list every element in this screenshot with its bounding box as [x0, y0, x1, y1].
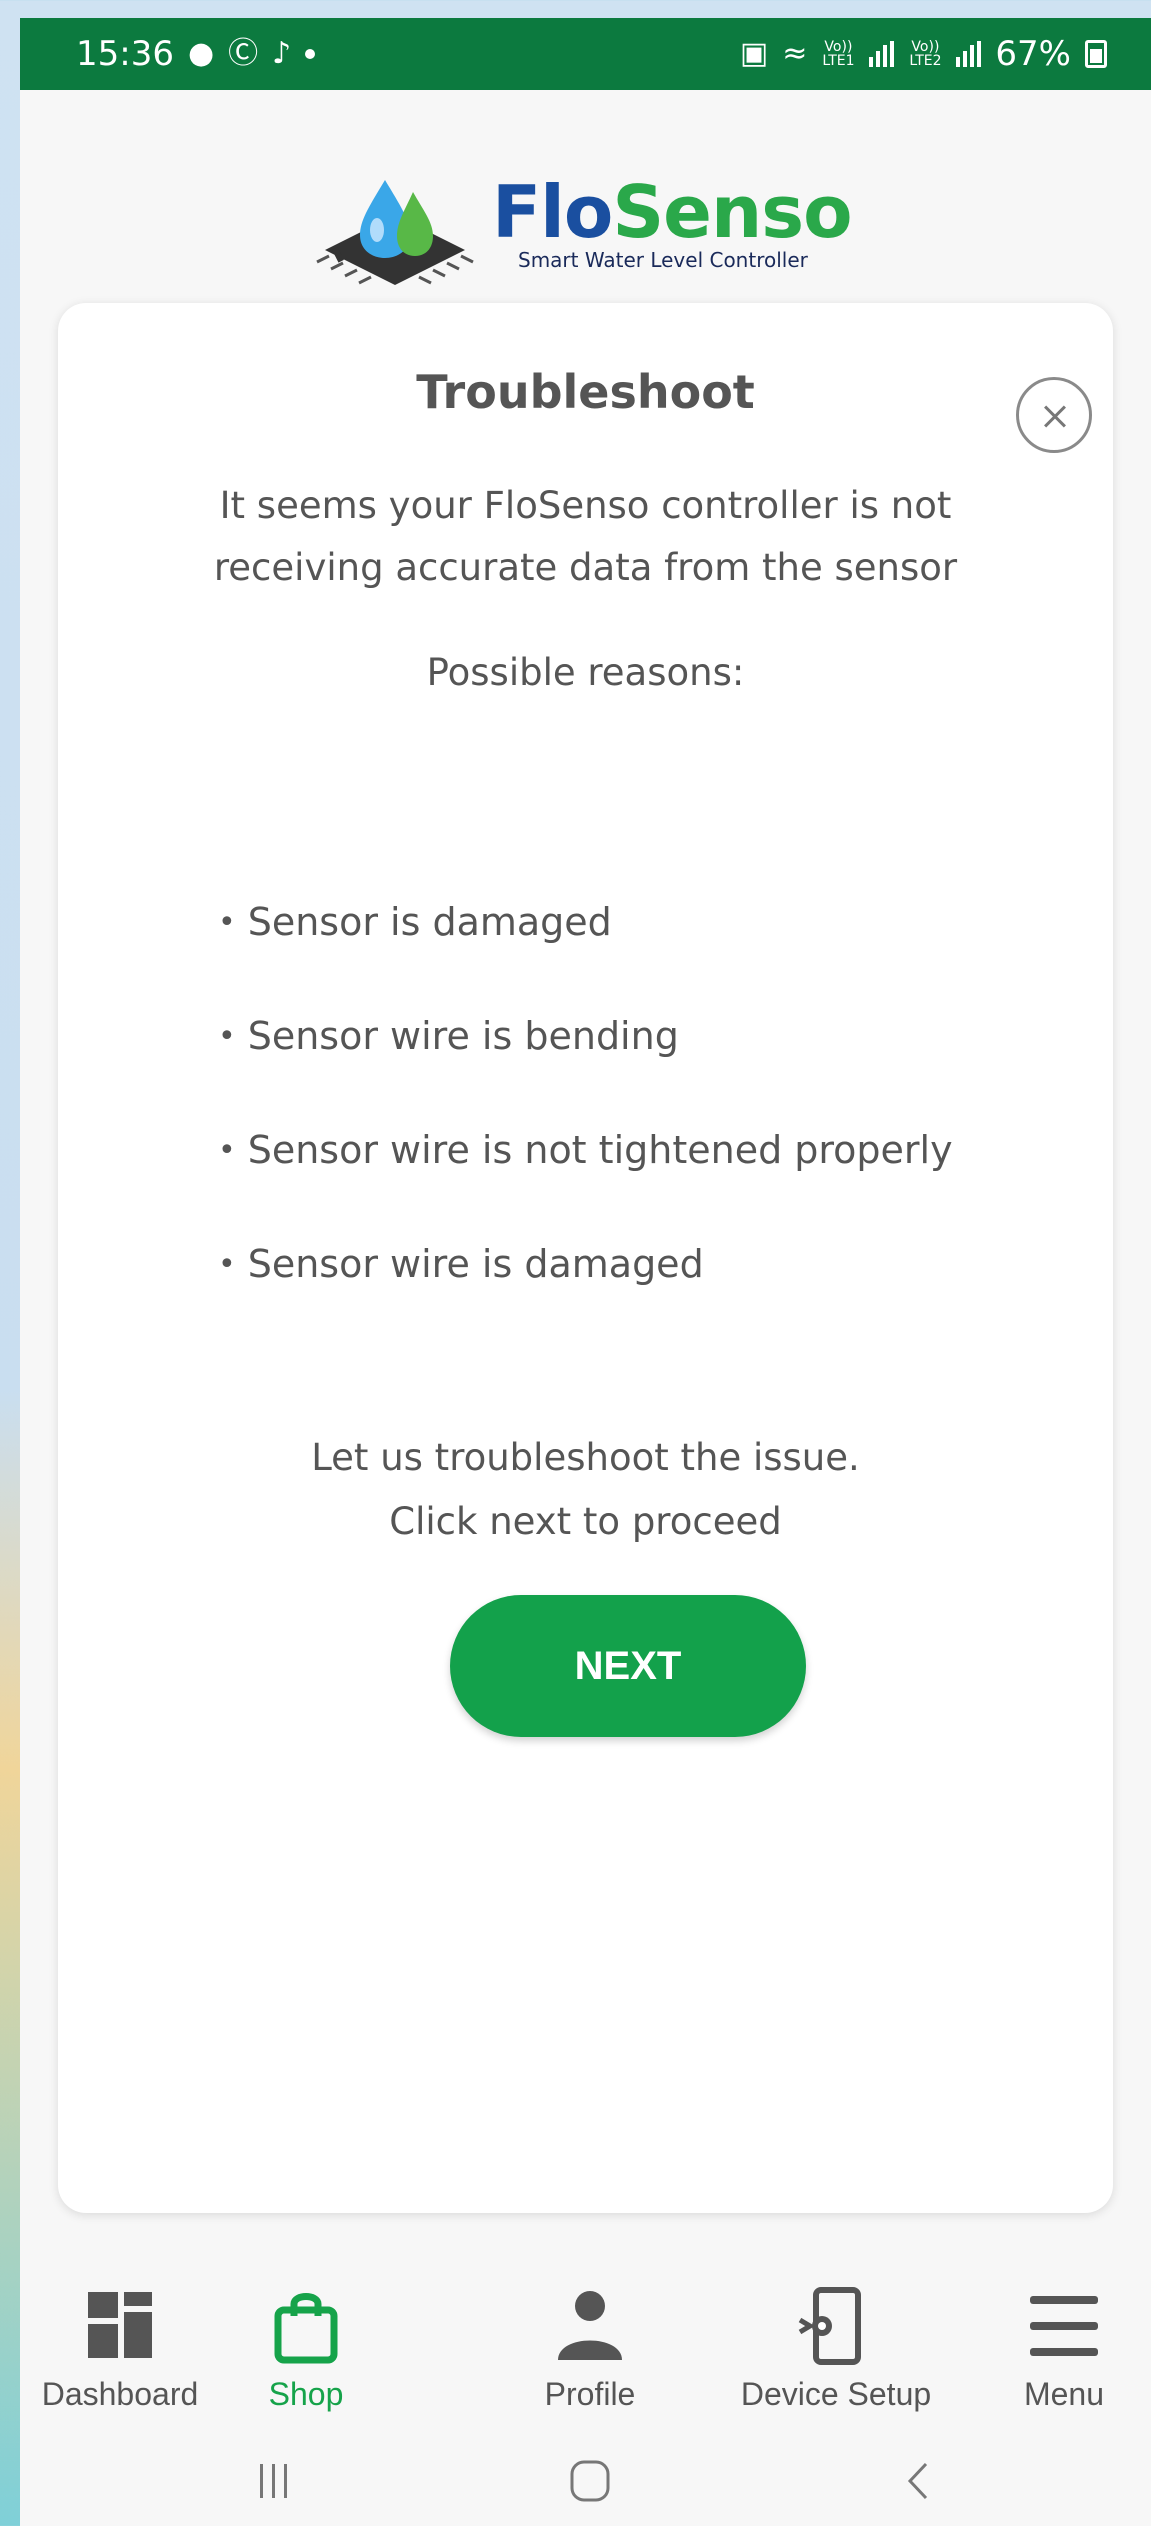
signal-1-icon: [869, 41, 895, 67]
status-right: ▣ ≈ Vo)) LTE1 Vo)) LTE2 67%: [740, 34, 1107, 74]
list-item: Sensor wire is bending: [218, 979, 953, 1093]
reasons-list: Sensor is damaged Sensor wire is bending…: [218, 865, 953, 1321]
list-item: Sensor wire is damaged: [218, 1207, 953, 1321]
nav-item-profile[interactable]: Profile: [490, 2286, 690, 2413]
outro-line-1: Let us troubleshoot the issue.: [311, 1436, 860, 1479]
list-item: Sensor is damaged: [218, 865, 953, 979]
system-nav-bar: [20, 2426, 1151, 2526]
nav-label-profile: Profile: [544, 2376, 636, 2412]
battery-saver-icon: ▣: [739, 36, 769, 71]
more-notifications-icon: [305, 49, 316, 59]
troubleshoot-dialog: Troubleshoot It seems your FloSenso cont…: [58, 303, 1113, 2213]
nav-item-dashboard[interactable]: Dashboard: [20, 2286, 220, 2413]
battery-icon: [1085, 40, 1107, 68]
logo-chip-icon: [316, 180, 474, 285]
dialog-outro: Let us troubleshoot the issue. Click nex…: [58, 1426, 1113, 1554]
nav-label-shop: Shop: [268, 2376, 344, 2412]
hamburger-menu-icon: [1030, 2296, 1098, 2356]
nav-item-shop[interactable]: Shop: [206, 2286, 406, 2413]
device-setup-icon: [798, 2287, 861, 2365]
outro-line-2: Click next to proceed: [389, 1500, 782, 1543]
app-icon: ♪: [272, 36, 292, 71]
dialog-title: Troubleshoot: [416, 365, 755, 419]
recent-apps-icon[interactable]: [244, 2456, 304, 2506]
dashboard-icon: [88, 2292, 152, 2358]
sim1-label: Vo)) LTE1: [822, 39, 855, 69]
list-item: Sensor wire is not tightened properly: [218, 1093, 953, 1207]
back-icon[interactable]: [890, 2456, 950, 2506]
bottom-nav: Dashboard Shop Profile Device Setup Menu: [20, 2256, 1151, 2426]
dialog-intro: It seems your FloSenso controller is not…: [98, 475, 1073, 599]
nav-item-device-setup[interactable]: Device Setup: [736, 2286, 936, 2413]
close-icon[interactable]: [1016, 377, 1092, 453]
reasons-heading: Possible reasons:: [426, 651, 745, 694]
signal-2-icon: [956, 41, 982, 67]
next-button[interactable]: NEXT: [450, 1595, 806, 1737]
nav-item-menu[interactable]: Menu: [964, 2286, 1151, 2413]
battery-percent: 67%: [995, 34, 1071, 74]
phone-screen: 15:36 ● Ⓒ ♪ ▣ ≈ Vo)) LTE1 Vo)) LTE2 67%: [20, 18, 1151, 2526]
intro-line-2: receiving accurate data from the sensor: [213, 546, 958, 589]
app-header: FloSenso Smart Water Level Controller: [20, 90, 1151, 320]
home-icon[interactable]: [560, 2456, 620, 2506]
wifi-icon: ≈: [782, 36, 808, 71]
status-left: 15:36 ● Ⓒ ♪: [76, 34, 316, 74]
sim2-label: Vo)) LTE2: [909, 39, 942, 69]
nav-label-device-setup: Device Setup: [740, 2376, 932, 2412]
nav-label-menu: Menu: [1023, 2376, 1105, 2412]
status-bar: 15:36 ● Ⓒ ♪ ▣ ≈ Vo)) LTE1 Vo)) LTE2 67%: [20, 18, 1151, 90]
logo-wordmark: FloSenso Smart Water Level Controller: [492, 170, 853, 272]
status-time: 15:36: [76, 34, 174, 74]
facebook-icon: Ⓒ: [228, 36, 259, 71]
chat-icon: ●: [187, 36, 215, 71]
person-icon: [558, 2291, 622, 2360]
intro-line-1: It seems your FloSenso controller is not: [219, 484, 952, 527]
nav-label-dashboard: Dashboard: [41, 2376, 199, 2412]
shopping-bag-icon: [274, 2293, 338, 2364]
brand-name: FloSenso: [492, 170, 853, 254]
brand-tagline: Smart Water Level Controller: [518, 248, 808, 272]
